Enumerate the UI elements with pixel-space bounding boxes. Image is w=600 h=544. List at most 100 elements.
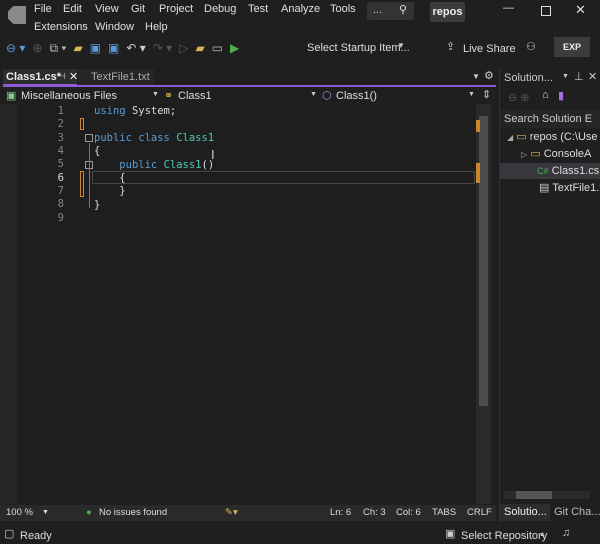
menu-file[interactable]: File [34,3,52,15]
menu-test[interactable]: Test [248,3,268,15]
feedback-icon[interactable]: ⚇ [526,40,536,53]
vertical-scrollbar[interactable] [476,104,491,504]
redo-icon[interactable]: ↷ ▾ [153,41,172,55]
minimize-icon[interactable]: — [503,2,514,14]
menu-view[interactable]: View [95,3,119,15]
project-icon: ▣ [6,90,17,102]
home-icon[interactable]: ⌂ [542,89,549,101]
split-icon[interactable]: ⇕ [482,88,491,101]
member-label: Class1() [336,90,377,102]
tree-item-class1[interactable]: C# Class1.cs [500,163,600,179]
zoom-level[interactable]: 100 % [6,505,33,521]
class-icon: ⚭ [164,90,174,102]
tree-item-textfile[interactable]: ▤ TextFile1.t [500,180,600,196]
line-number: 2 [57,118,64,130]
pin-icon[interactable]: ⊣ [58,71,66,82]
type-dropdown[interactable]: ⚭ Class1 ▼ [164,88,320,104]
menu-debug[interactable]: Debug [204,3,236,15]
back-icon[interactable]: ⊖ ⊕ [508,91,530,104]
menu-edit[interactable]: Edit [63,3,82,15]
search-placeholder: Search Solution E [504,113,593,125]
menu-git[interactable]: Git [131,3,145,15]
line-indicator[interactable]: Ln: 6 [330,505,351,521]
panel-menu-icon[interactable]: ▼ [562,73,569,80]
char-indicator[interactable]: Ch: 3 [363,505,386,521]
switch-views-icon[interactable]: ▮ [558,89,564,102]
menu-tools[interactable]: Tools [330,3,356,15]
line-number: 5 [57,158,64,170]
chevron-down-icon[interactable]: ▼ [397,41,405,50]
zoom-dropdown-icon[interactable]: ▼ [42,505,49,521]
tree-item-console[interactable]: ▷ ▭ ConsoleA [500,146,600,162]
line-number: 7 [57,185,64,197]
scroll-marker [476,163,480,183]
tab-underline [3,85,496,87]
back-icon[interactable]: ⊖ ▾ [6,41,25,55]
menu-project[interactable]: Project [159,3,193,15]
type-label: Class1 [178,90,212,102]
tab-solution-explorer[interactable]: Solutio... [500,504,550,521]
ready-status: Ready [20,530,52,542]
project-label: Miscellaneous Files [21,90,117,102]
close-icon[interactable]: ✕ [575,2,586,18]
startup-item-dropdown[interactable]: Select Startup Item... [307,42,410,54]
col-indicator[interactable]: Col: 6 [396,505,421,521]
folder-search-icon[interactable]: ▰ [195,41,204,55]
undo-icon[interactable]: ↶ ▾ [126,41,145,55]
menu-window[interactable]: Window [95,21,134,33]
menu-help[interactable]: Help [145,21,168,33]
open-folder-icon[interactable]: ▰ [73,41,82,55]
tree-item-repos[interactable]: ◢ ▭ repos (C:\Use [500,129,600,145]
line-number: 6 [57,172,64,184]
play-icon[interactable]: ▶ [230,41,239,55]
issues-status[interactable]: No issues found [99,505,167,521]
method-icon: ⬡ [322,90,332,102]
live-share-icon: ⇪ [446,41,456,53]
menu-analyze[interactable]: Analyze [281,3,320,15]
line-number: 3 [57,132,64,144]
browser-icon[interactable]: ▭ [212,41,223,55]
select-repository-button[interactable]: Select Repository [461,530,547,542]
menu-extensions[interactable]: Extensions [34,21,88,33]
text-cursor-icon: I [211,147,215,162]
line-number: 1 [57,105,64,117]
live-share-button[interactable]: Live Share [463,43,516,55]
new-project-icon[interactable]: ⧉ ▾ [49,41,66,56]
line-number: 4 [57,145,64,157]
gear-icon[interactable]: ⚙ [484,69,494,82]
save-all-icon[interactable]: ▣ [108,41,119,55]
editor-status-bar: 100 % ▼ ● No issues found ✎▾ Ln: 6 Ch: 3… [0,505,496,521]
scrollbar-thumb[interactable] [479,116,488,406]
notification-bell-icon[interactable]: ♫ [562,527,570,539]
tab-git-changes[interactable]: Git Cha... [552,504,600,521]
output-icon[interactable]: ▢ [4,527,14,540]
repository-icon: ▣ [445,528,456,540]
panel-close-icon[interactable]: ✕ [588,70,597,83]
solution-name-badge[interactable]: repos [430,2,465,22]
cleanup-icon[interactable]: ✎▾ [225,505,238,521]
search-box[interactable]: ... ⚲ [367,2,414,20]
tab-label: TextFile1.txt [91,71,150,83]
horizontal-scrollbar[interactable] [504,491,590,499]
tabs-indicator[interactable]: TABS [432,505,456,521]
exp-button[interactable]: EXP [554,37,590,57]
member-dropdown[interactable]: ⬡ Class1() ▼ [322,88,478,104]
solution-search-input[interactable]: Search Solution E [500,110,600,128]
chevron-up-icon[interactable]: ▲ [539,531,546,538]
project-dropdown[interactable]: ▣ Miscellaneous Files ▼ [4,88,162,104]
tab-textfile1[interactable]: TextFile1.txt [78,69,154,86]
maximize-icon[interactable] [541,6,551,16]
tab-list-icon[interactable]: ▼ [472,72,480,81]
pin-icon[interactable]: ⊥ [574,70,584,83]
line-ending-indicator[interactable]: CRLF [467,505,492,521]
forward-icon[interactable]: ⊕ [32,41,42,55]
collapse-icon[interactable] [85,134,93,142]
tab-close-icon[interactable]: ✕ [69,70,78,83]
start-outline-icon[interactable]: ▷ [179,41,188,55]
text-file-icon: ▤ [539,182,550,194]
outline-line [89,143,90,208]
tab-class1[interactable]: Class1.cs* ⊣ ✕ [3,69,78,86]
code-editor[interactable]: 1 2 3 4 5 6 7 8 9 using System; public c… [0,104,496,504]
save-icon[interactable]: ▣ [90,41,101,55]
csharp-file-icon: C# [537,166,549,176]
